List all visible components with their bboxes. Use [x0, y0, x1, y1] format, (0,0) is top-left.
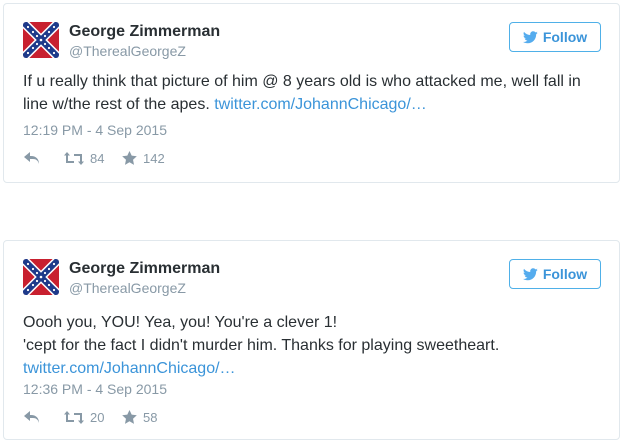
retweet-button[interactable]: 20	[64, 410, 122, 425]
follow-button[interactable]: Follow	[509, 259, 601, 289]
tweet-link[interactable]: twitter.com/JohannChicago/…	[23, 360, 236, 377]
reply-icon	[24, 151, 39, 164]
tweet-text-line: line w/the rest of the apes.	[23, 96, 215, 113]
display-name[interactable]: George Zimmerman	[69, 23, 220, 41]
display-name[interactable]: George Zimmerman	[69, 260, 220, 278]
favorite-button[interactable]: 142	[122, 151, 165, 166]
user-handle[interactable]: @TherealGeorgeZ	[69, 280, 186, 296]
reply-button[interactable]	[24, 151, 64, 165]
follow-label: Follow	[542, 29, 588, 45]
retweet-icon	[64, 151, 84, 165]
tweet-text-line: If u really think that picture of him @ …	[23, 73, 581, 90]
reply-button[interactable]	[24, 410, 64, 424]
follow-button[interactable]: Follow	[509, 22, 601, 52]
favorite-count: 142	[143, 150, 165, 166]
follow-label: Follow	[542, 266, 588, 282]
avatar[interactable]	[23, 22, 59, 58]
timestamp[interactable]: 12:19 PM - 4 Sep 2015	[23, 122, 167, 138]
tweet-text-line: 'cept for the fact I didn't murder him. …	[23, 337, 500, 354]
favorite-count: 58	[143, 409, 158, 425]
tweet-card: George Zimmerman @TherealGeorgeZ Follow …	[3, 3, 620, 183]
retweet-icon	[64, 410, 84, 424]
user-handle[interactable]: @TherealGeorgeZ	[69, 43, 186, 59]
timestamp[interactable]: 12:36 PM - 4 Sep 2015	[23, 381, 167, 397]
tweet-card: George Zimmerman @TherealGeorgeZ Follow …	[3, 240, 620, 440]
tweet-link[interactable]: twitter.com/JohannChicago/…	[214, 96, 427, 113]
retweet-count: 84	[90, 150, 105, 166]
retweet-count: 20	[90, 409, 105, 425]
avatar[interactable]	[23, 259, 59, 295]
tweet-text-line: Oooh you, YOU! Yea, you! You're a clever…	[23, 314, 338, 331]
reply-icon	[24, 410, 39, 423]
tweet-text: If u really think that picture of him @ …	[23, 70, 603, 116]
star-icon	[122, 410, 137, 424]
confederate-flag-avatar	[23, 22, 59, 58]
tweet-actions: 84 142	[24, 149, 165, 167]
confederate-flag-avatar	[23, 259, 59, 295]
twitter-bird-icon	[522, 267, 538, 280]
favorite-button[interactable]: 58	[122, 410, 157, 425]
twitter-bird-icon	[522, 30, 538, 43]
retweet-button[interactable]: 84	[64, 151, 122, 166]
tweet-text: Oooh you, YOU! Yea, you! You're a clever…	[23, 311, 603, 380]
star-icon	[122, 151, 137, 165]
tweet-actions: 20 58	[24, 408, 157, 426]
